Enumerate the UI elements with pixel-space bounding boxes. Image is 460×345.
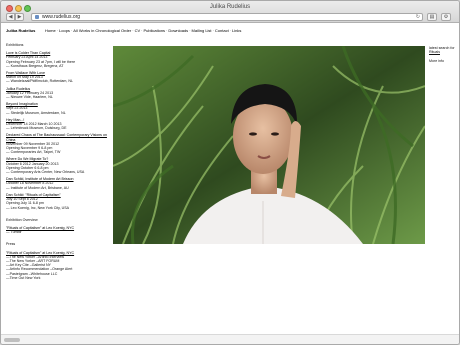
title-bar: Julika Rudelius ◀ ▶ www.rudelius.org ↻ ▤…	[1, 1, 459, 23]
forward-button[interactable]: ▶	[15, 13, 24, 21]
item-detail: — Kunsthaus Bregenz, Bregenz, AT	[6, 63, 64, 68]
list-item: Where Do We Migrate To? October 6 2012 Ja…	[6, 157, 110, 174]
item-detail: — Stedelijk Museum, Amsterdam, NL	[6, 110, 66, 115]
gear-icon: ⚙	[443, 14, 449, 20]
more-info-link[interactable]: More info	[429, 59, 459, 63]
list-item: Beyond Imagination Sept 23 2013— Stedelij…	[6, 102, 110, 115]
book-icon: ▤	[429, 14, 435, 20]
item-detail: — Leo Koenig, Inc, New York City, USA	[6, 205, 70, 210]
list-item: From Wallace With Love March 09 May 19 20…	[6, 71, 110, 84]
nav-separator: ·	[212, 28, 214, 33]
nav-link[interactable]: All Works in Chronological Order	[73, 28, 131, 33]
nav-link[interactable]: Mailing List	[192, 28, 212, 33]
nav-separator: ·	[56, 28, 59, 33]
item-detail: — Contemporaries Art, Taipei, TW	[6, 150, 61, 155]
reload-icon[interactable]: ↻	[416, 14, 420, 20]
item-detail: — Lehmbruck Museum, Duisburg, DE	[6, 126, 67, 131]
site-name-link[interactable]: Julika Rudelius	[6, 28, 35, 33]
list-item: Dan Schild: "Rituals of Capitalism" July …	[6, 193, 110, 210]
list-item: Declared Chaos at The Bauhaussaal: Conte…	[6, 133, 110, 154]
top-navigation: Home·Loops·All Works in Chronological Or…	[45, 28, 242, 33]
item-detail: — Wandelzaal/Pidfilmclub, Rotterdam, NL	[6, 79, 73, 84]
favicon-icon	[35, 15, 39, 19]
horizontal-scrollbar[interactable]	[1, 334, 459, 344]
nav-link[interactable]: Home	[45, 28, 56, 33]
scrollbar-thumb[interactable]	[4, 338, 20, 342]
list-item: "Rituals of Capitalism" at Leo Koenig, N…	[6, 251, 110, 280]
bookmark-button[interactable]: ▤	[427, 13, 437, 21]
right-panel-text: latest search for	[429, 46, 455, 50]
overview-list: "Rituals of Capitalism" at Leo Koenig, N…	[6, 226, 110, 234]
exhibitions-heading: Exhibitions	[6, 43, 24, 47]
back-button[interactable]: ◀	[6, 13, 15, 21]
list-item: Hey Man...! December 14 2012 March 10 201…	[6, 118, 110, 131]
list-item: Love is Colder Than Capital February 23 A…	[6, 51, 110, 68]
press-list: "Rituals of Capitalism" at Leo Koenig, N…	[6, 251, 110, 280]
press-heading: Press	[6, 242, 16, 247]
portrait-illustration	[113, 46, 425, 244]
nav-separator: ·	[229, 28, 232, 33]
rituals-link[interactable]: Rituals	[429, 50, 459, 54]
item-detail: — Contemporary Arts Center, New Orleans,…	[6, 170, 85, 175]
item-detail: — Institute of Modern Art, Brisbane, AU	[6, 185, 69, 190]
list-item: "Rituals of Capitalism" at Leo Koenig, N…	[6, 226, 110, 234]
browser-window: Julika Rudelius ◀ ▶ www.rudelius.org ↻ ▤…	[0, 0, 460, 345]
settings-button[interactable]: ⚙	[441, 13, 451, 21]
nav-separator: ·	[189, 28, 191, 33]
nav-link[interactable]: Downloads	[168, 28, 188, 33]
item-title-link[interactable]: Declared Chaos at The Bauhaussaal: Conte…	[6, 133, 110, 141]
forward-arrow-icon: ▶	[17, 14, 22, 20]
list-item: Dan Schild, Institute of Modern Art Bris…	[6, 177, 110, 190]
item-detail: —Time Out New York	[6, 275, 41, 280]
address-text: www.rudelius.org	[42, 14, 81, 20]
overview-heading: Exhibition Overview	[6, 217, 38, 222]
item-detail: — Nieuwe Vide, Haarlem, NL	[6, 95, 53, 100]
nav-link[interactable]: CV	[135, 28, 141, 33]
item-detail: — Tumblr	[6, 230, 22, 235]
address-bar[interactable]: www.rudelius.org ↻	[31, 13, 423, 21]
right-panel: latest search for Rituals More info	[429, 46, 459, 63]
nav-link[interactable]: Publications	[143, 28, 165, 33]
exhibitions-list: Love is Colder Than Capital February 23 A…	[6, 51, 110, 210]
featured-artwork-image[interactable]	[113, 46, 425, 244]
window-title: Julika Rudelius	[209, 4, 251, 10]
list-item: Julika Rudelius January 12 February 24 20…	[6, 87, 110, 100]
web-page: Julika Rudelius Home·Loops·All Works in …	[1, 24, 459, 334]
nav-link[interactable]: Links	[232, 28, 241, 33]
nav-link[interactable]: Loops	[59, 28, 70, 33]
sidebar: Exhibitions Love is Colder Than Capital F…	[6, 43, 110, 283]
nav-separator: ·	[132, 28, 134, 33]
nav-link[interactable]: Contact	[215, 28, 229, 33]
back-arrow-icon: ◀	[8, 14, 13, 20]
